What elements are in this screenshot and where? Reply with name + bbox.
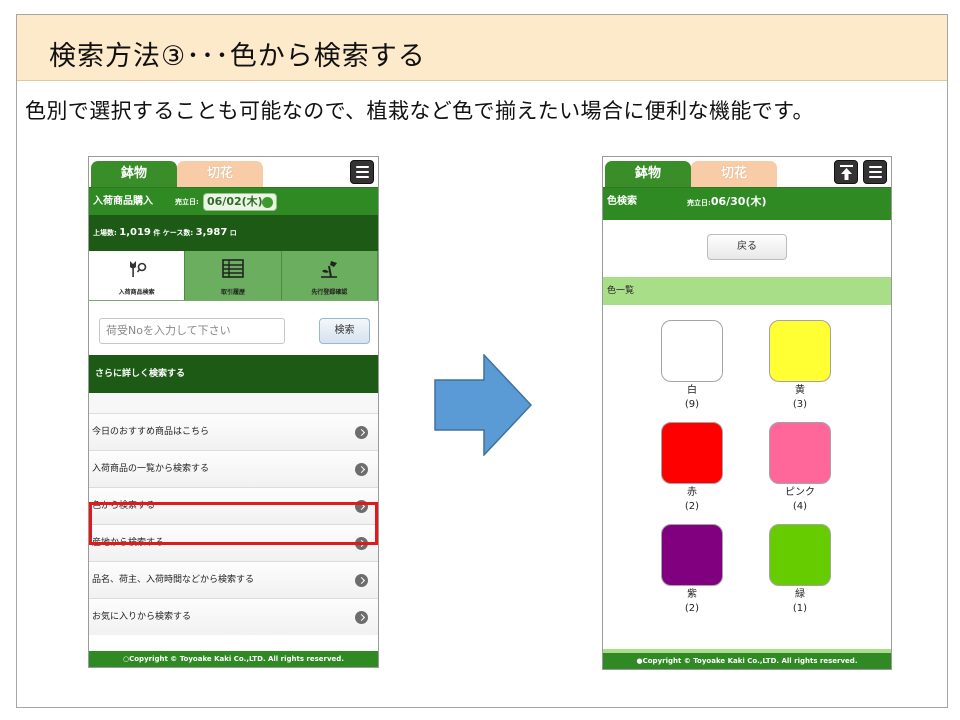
chevron-right-icon (355, 574, 368, 587)
detail-search-header: さらに詳しく検索する (89, 355, 378, 393)
chevron-right-icon (355, 611, 368, 624)
chevron-right-icon (355, 426, 368, 439)
copyright-footer: ●Copyright © Toyoake Kaki Co.,LTD. All r… (603, 653, 891, 669)
category-tabbar: 鉢物 切花 (603, 157, 891, 187)
menu-item-label: 色から検索する (92, 501, 156, 511)
slide-title: 検索方法③･･･色から検索する (49, 41, 426, 72)
nav-item-product-search[interactable]: 入荷商品検索 (89, 251, 186, 300)
color-swatch-red[interactable]: 赤 (2) (661, 422, 723, 514)
color-count: (1) (792, 603, 808, 614)
chevron-right-icon (355, 500, 368, 513)
case-unit: ロ (229, 229, 237, 237)
color-square (769, 422, 831, 484)
slide-subtitle: 色別で選択することも可能なので、植栽など色で揃えたい場合に便利な機能です。 (25, 99, 814, 123)
menu-item-label: お気に入りから検索する (92, 612, 192, 622)
category-tabbar: 鉢物 切花 (89, 157, 378, 187)
color-square (769, 320, 831, 382)
purchase-header: 入荷商品購入 売立日: 06/02(木) (89, 187, 378, 215)
menu-item-detail-search[interactable]: 品名、荷主、入荷時間などから検索する (89, 561, 378, 598)
color-count: (4) (792, 501, 808, 512)
menu-item-label: 入荷商品の一覧から検索する (92, 464, 210, 474)
color-square (661, 422, 723, 484)
chevron-right-icon (355, 537, 368, 550)
color-swatch-pink[interactable]: ピンク (4) (769, 422, 831, 514)
menu-icon[interactable] (863, 160, 887, 184)
menu-icon[interactable] (350, 160, 374, 184)
date-label: 売立日: (175, 198, 199, 206)
spacer (89, 393, 378, 413)
chevron-right-icon (355, 463, 368, 476)
slide: 検索方法③･･･色から検索する 色別で選択することも可能なので、植栽など色で揃え… (16, 14, 948, 708)
right-phone-screenshot: 鉢物 切花 色検索 売立日:06/30(木) 戻る 色一覧 白 (9) 黄 (3… (602, 156, 892, 670)
tab-hachimono[interactable]: 鉢物 (605, 161, 691, 187)
menu-item-label: 産地から検索する (92, 538, 165, 548)
color-search-header: 色検索 売立日:06/30(木) (603, 187, 891, 220)
nav-item-history[interactable]: 取引履歴 (185, 251, 282, 300)
menu-item-origin-search[interactable]: 産地から検索する (89, 524, 378, 561)
nav-item-preregister[interactable]: 先行登録確認 (281, 251, 378, 300)
menu-item-label: 品名、荷主、入荷時間などから検索する (92, 575, 255, 585)
menu-item-favorites[interactable]: お気に入りから検索する (89, 598, 378, 635)
header-title: 入荷商品購入 (93, 196, 153, 207)
color-swatch-yellow[interactable]: 黄 (3) (769, 320, 831, 412)
color-count: (2) (684, 501, 700, 512)
date-label: 売立日: (687, 199, 711, 207)
flower-search-icon (129, 261, 146, 277)
arrow-up-icon (840, 165, 853, 180)
plant-icon (321, 261, 338, 278)
tab-kiribana[interactable]: 切花 (177, 161, 263, 187)
color-square (769, 524, 831, 586)
arrow-right-icon (434, 354, 532, 456)
chevron-down-icon (262, 197, 273, 208)
color-name: 白 (687, 385, 697, 396)
tab-hachimono[interactable]: 鉢物 (91, 161, 177, 187)
color-swatch-white[interactable]: 白 (9) (661, 320, 723, 412)
date-display: 売立日:06/30(木) (687, 188, 767, 217)
color-swatch-purple[interactable]: 紫 (2) (661, 524, 723, 616)
case-label: ケース数: (162, 229, 194, 237)
listing-label: 上場数: (93, 229, 117, 237)
color-count: (9) (684, 399, 700, 410)
title-bar: 検索方法③･･･色から検索する (17, 15, 947, 81)
header-title: 色検索 (607, 196, 637, 207)
menu-item-color-search[interactable]: 色から検索する (89, 487, 378, 524)
listing-unit: 件 (153, 229, 161, 237)
search-row: 荷受Noを入力して下さい 検索 (89, 301, 378, 355)
color-name: 緑 (795, 589, 805, 600)
color-count: (3) (792, 399, 808, 410)
listing-value: 1,019 (119, 227, 151, 238)
case-value: 3,987 (195, 227, 228, 238)
nav-label: 入荷商品検索 (118, 289, 155, 296)
menu-item-label: 今日のおすすめ商品はこちら (92, 427, 210, 437)
copyright-footer: ○Copyright © Toyoake Kaki Co.,LTD. All r… (89, 651, 378, 667)
color-name: 黄 (795, 385, 805, 396)
main-nav: 入荷商品検索 取引履歴 先行登録確認 (89, 251, 378, 301)
color-name: ピンク (785, 487, 815, 498)
color-list-header: 色一覧 (603, 277, 891, 305)
stats-bar: 上場数: 1,019 件 ケース数: 3,987 ロ (89, 215, 378, 251)
table-icon (222, 259, 244, 278)
color-name: 赤 (687, 487, 697, 498)
scroll-top-icon[interactable] (834, 160, 858, 184)
color-count: (2) (684, 603, 700, 614)
color-square (661, 320, 723, 382)
nav-label: 取引履歴 (220, 289, 245, 296)
tab-kiribana[interactable]: 切花 (691, 161, 777, 187)
date-value: 06/30(木) (710, 195, 767, 208)
left-phone-screenshot: 鉢物 切花 入荷商品購入 売立日: 06/02(木) 上場数: 1,019 件 … (88, 156, 379, 668)
menu-item-product-list[interactable]: 入荷商品の一覧から検索する (89, 450, 378, 487)
receipt-no-input[interactable]: 荷受Noを入力して下さい (99, 318, 285, 344)
nav-label: 先行登録確認 (311, 289, 348, 296)
back-button[interactable]: 戻る (707, 234, 787, 260)
color-square (661, 524, 723, 586)
date-select[interactable]: 06/02(木) (203, 193, 277, 211)
search-button[interactable]: 検索 (319, 318, 370, 344)
back-row: 戻る (603, 220, 891, 277)
date-value: 06/02(木) (207, 195, 263, 208)
color-swatch-green[interactable]: 緑 (1) (769, 524, 831, 616)
color-name: 紫 (687, 589, 697, 600)
color-swatch-grid: 白 (9) 黄 (3) 赤 (2) ピンク (4) 紫 (2) 緑 (1) (603, 305, 891, 645)
menu-item-recommended[interactable]: 今日のおすすめ商品はこちら (89, 413, 378, 450)
